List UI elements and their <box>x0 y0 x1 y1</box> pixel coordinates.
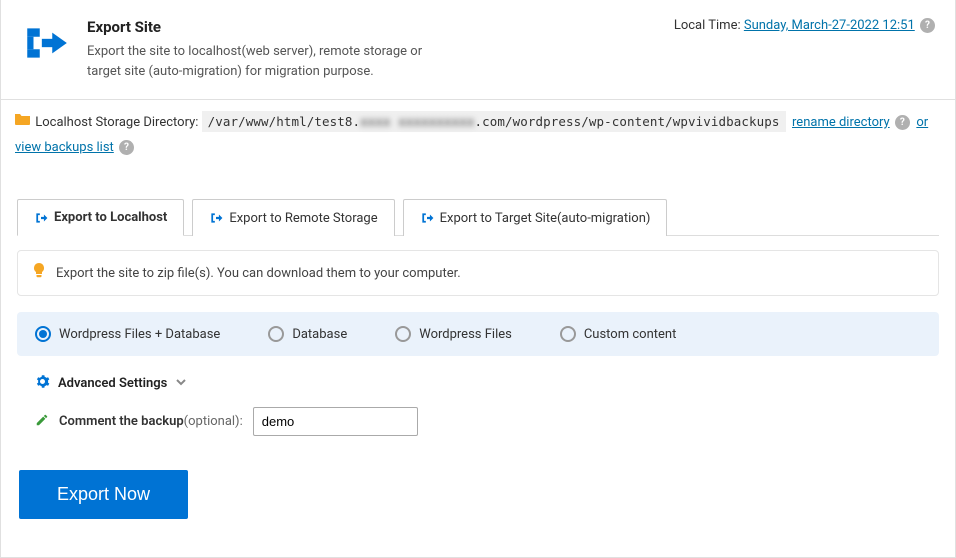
radio-files-database[interactable]: Wordpress Files + Database <box>35 326 220 342</box>
advanced-settings-label: Advanced Settings <box>58 376 167 391</box>
tabs: Export to Localhost Export to Remote Sto… <box>17 198 939 236</box>
header-text-block: Export Site Export the site to localhost… <box>87 18 447 81</box>
radio-label: Database <box>292 327 347 342</box>
tab-label: Export to Localhost <box>54 210 167 225</box>
storage-path: /var/www/html/test8.xxxx xxxxxxxxxx.com/… <box>202 111 786 132</box>
radio-custom[interactable]: Custom content <box>560 326 676 342</box>
storage-label: Localhost Storage Directory: <box>35 115 198 130</box>
page-header: Export Site Export the site to localhost… <box>1 0 955 100</box>
radio-indicator <box>560 326 576 342</box>
local-time-link[interactable]: Sunday, March-27-2022 12:51 <box>744 18 915 33</box>
radio-indicator <box>35 326 51 342</box>
local-time-label: Local Time: <box>674 18 744 33</box>
comment-row: Comment the backup(optional): <box>35 407 921 436</box>
radio-indicator <box>268 326 284 342</box>
local-time: Local Time: Sunday, March-27-2022 12:51 … <box>674 18 935 33</box>
radio-files[interactable]: Wordpress Files <box>395 326 512 342</box>
export-icon <box>34 211 48 225</box>
export-logo-icon <box>21 18 71 68</box>
comment-label: Comment the backup(optional): <box>59 414 243 429</box>
radio-label: Wordpress Files <box>419 327 512 342</box>
info-box: Export the site to zip file(s). You can … <box>17 250 939 296</box>
gear-icon <box>35 374 50 393</box>
pencil-icon <box>35 413 49 431</box>
backup-content-radios: Wordpress Files + Database Database Word… <box>17 312 939 356</box>
tabs-container: Export to Localhost Export to Remote Sto… <box>1 198 955 236</box>
options-panel: Wordpress Files + Database Database Word… <box>17 312 939 470</box>
export-icon <box>420 211 434 225</box>
folder-icon <box>15 110 30 135</box>
export-now-button[interactable]: Export Now <box>19 470 188 519</box>
chevron-down-icon <box>175 376 187 391</box>
help-icon[interactable]: ? <box>895 115 910 130</box>
help-icon[interactable]: ? <box>119 140 134 155</box>
tab-export-target-site[interactable]: Export to Target Site(auto-migration) <box>403 199 668 236</box>
radio-indicator <box>395 326 411 342</box>
tab-export-remote[interactable]: Export to Remote Storage <box>192 199 394 236</box>
radio-label: Custom content <box>584 327 676 342</box>
lightbulb-icon <box>32 263 46 283</box>
tab-label: Export to Target Site(auto-migration) <box>440 211 651 226</box>
help-icon[interactable]: ? <box>920 18 935 33</box>
tab-export-localhost[interactable]: Export to Localhost <box>17 199 184 236</box>
page-title: Export Site <box>87 18 447 36</box>
rename-directory-link[interactable]: rename directory <box>792 115 890 130</box>
advanced-settings-toggle[interactable]: Advanced Settings <box>35 374 921 393</box>
export-icon <box>209 211 223 225</box>
tab-label: Export to Remote Storage <box>229 211 377 226</box>
info-text: Export the site to zip file(s). You can … <box>56 266 461 281</box>
radio-label: Wordpress Files + Database <box>59 327 220 342</box>
comment-input[interactable] <box>253 407 418 436</box>
page-subtitle: Export the site to localhost(web server)… <box>87 42 447 81</box>
storage-directory-row: Localhost Storage Directory: /var/www/ht… <box>1 100 955 170</box>
radio-database[interactable]: Database <box>268 326 347 342</box>
